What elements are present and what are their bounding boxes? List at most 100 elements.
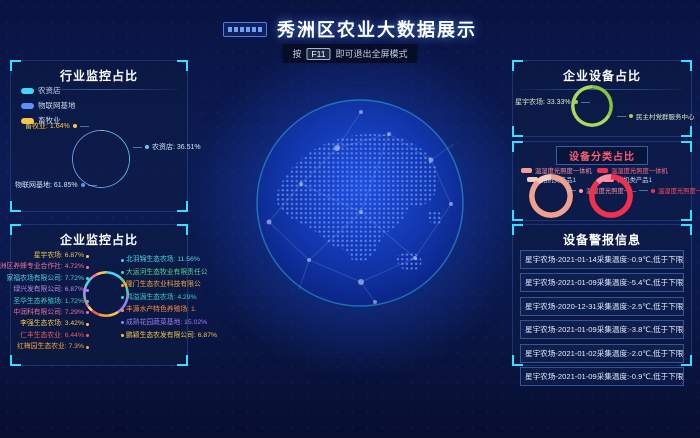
class-left-donut-chart[interactable] [529,174,573,218]
alarm-row: 星宇农场-2021-01-09采集温度:-3.8℃,低于下限:0℃ [520,320,684,339]
chart-callout: 温湿度光照度一— [639,186,700,195]
leader-dot [81,183,85,187]
alarm-list[interactable]: 星宇农场-2021-01-14采集温度:-0.9℃,低于下限:0℃ 星宇农场-2… [520,250,684,386]
panel-title: 设备警报信息 [513,225,691,248]
callout-text: 物联网基地: 61.85% [15,180,78,190]
leader-line [617,116,626,117]
legend-item[interactable]: 温湿度光照度一体机 [521,166,592,175]
legend-swatch [21,103,34,109]
chart-callout: 仁丰生态农业: 6.44% [20,332,89,340]
chart-callout: 绿兴发有限公司: 6.87% [13,286,89,294]
callout-text: 李强生态农场: 3.42% [20,320,84,328]
leader-dot [86,323,89,326]
corner-accent [512,126,523,137]
chart-callout: 成熟花园蔬菜基地: 15.02% [121,319,207,327]
leader-dot [86,300,89,303]
legend-label: 温湿度光照度一体机 [611,166,668,175]
callout-text: 家福农场有限公司: 7.72% [7,275,84,283]
fullscreen-hint: 按 F11 即可退出全屏模式 [282,44,417,63]
header: 秀洲区农业大数据展示 [0,16,700,42]
corner-accent [681,224,692,235]
alarm-row: 星宇农场-2021-01-14采集温度:-0.9℃,低于下限:0℃ [520,250,684,269]
chart-callout: 家福农场有限公司: 7.72% [7,275,89,283]
hint-suffix: 即可退出全屏模式 [336,47,408,60]
alarm-row: 星宇农场-2021-01-09采集温度:-5.4℃,低于下限:0℃ [520,273,684,292]
chart-callout: 物联网基地: 61.85% [15,180,97,190]
chart-callout: 丰源水产特色养殖场: 1. [121,306,197,314]
leader-dot [86,289,89,292]
leader-line [639,190,648,191]
leader-dot [121,296,124,299]
callout-text: 中润科有限公司: 7.29% [13,309,84,317]
callout-text: 仁丰生态农业: 6.44% [20,332,84,340]
legend-item[interactable]: 物联网基地 [21,100,76,111]
leader-dot [121,321,124,324]
chart-callout: 圣华生态养殖场: 1.72% [13,298,89,306]
callout-text: 民主村党群服务中心 [636,111,695,121]
industry-legend: 农资店 物联网基地 畜牧业 [21,85,76,126]
leader-dot [574,100,578,104]
f11-key: F11 [306,48,330,60]
legend-swatch [521,168,532,173]
brand-logo [223,22,267,37]
chart-callout: 李强生态农场: 3.42% [20,320,89,328]
chart-callout: 星宇农场: 33.33% [515,97,590,107]
leader-line [80,126,89,127]
leader-dot [121,259,124,262]
panel-title: 企业监控占比 [11,225,187,248]
leader-dot [121,284,124,287]
chart-callout: 星宇农场: 6.87% [34,252,89,260]
chart-callout: 农资店: 36.51% [133,142,201,152]
hint-prefix: 按 [292,47,301,60]
class-right-donut-chart[interactable] [589,174,633,218]
leader-dot [629,114,633,118]
chart-callout: 隆门生态农业科技有限公 [121,281,201,289]
legend-swatch [597,168,608,173]
callout-text: 畜牧业: 1.64% [25,121,70,131]
chart-callout: 中润科有限公司: 7.29% [13,309,89,317]
callout-text: 成熟花园蔬菜基地: 15.02% [126,319,207,327]
callout-text: 星宇农场: 33.33% [515,97,571,107]
chart-callout: 鹏颖生态农发有限公司: 6.87% [121,332,217,340]
panel-title: 企业设备占比 [513,61,691,84]
callout-text: 农资店: 36.51% [152,142,201,152]
dashboard: 秀洲区农业大数据展示 按 F11 即可退出全屏模式 行业监控占比 农资店 物联网… [0,0,700,438]
panel-device-classification: 设备分类占比 温湿度光照度一体机 相机类产品1 温湿度光照度一— 温湿度光照度一… [512,141,692,221]
callout-text: 鸿溢源生态农场: 4.29% [126,294,197,302]
callout-text: 温湿度光照度一— [658,186,700,195]
callout-text: 鹏颖生态农发有限公司: 6.87% [126,332,217,340]
chart-callout: 秀洲区养蜂专业合作社: 4.72% [0,263,89,271]
corner-accent [10,355,21,366]
legend-item[interactable]: 农资店 [21,85,76,96]
legend-label: 温湿度光照度一体机 [535,166,592,175]
chart-callout: 红梅园生态农业: 7.3% [17,343,89,351]
leader-dot [86,346,89,349]
leader-line [133,147,142,148]
callout-text: 绿兴发有限公司: 6.87% [13,286,84,294]
leader-dot [86,311,89,314]
leader-dot [121,309,124,312]
leader-dot [86,334,89,337]
chart-callout: 北羽锦生态农场: 11.56% [121,256,200,264]
corner-accent [681,141,692,152]
callout-text: 丰源水产特色养殖场: 1. [126,306,197,314]
chart-callout: 畜牧业: 1.64% [25,121,89,131]
corner-accent [10,201,21,212]
leader-dot [121,271,124,274]
chart-callout: 鸿溢源生态农场: 4.29% [121,294,197,302]
leader-dot [145,145,149,149]
panel-enterprise-device: 企业设备占比 星宇农场: 33.33% 民主村党群服务中心 [512,60,692,137]
panel-title: 行业监控占比 [11,61,187,84]
leader-dot [579,189,583,193]
leader-line [567,190,576,191]
alarm-row: 星宇农场-2020-12-31采集温度:-2.5℃,低于下限:0℃ [520,297,684,316]
panel-industry-monitor: 行业监控占比 农资店 物联网基地 畜牧业 畜牧业: 1.64% [10,60,188,212]
leader-dot [86,266,89,269]
globe [249,92,471,314]
chart-callout: 民主村党群服务中心 [617,111,695,121]
leader-line [581,102,590,103]
enterprise-left-callouts: 星宇农场: 6.87% 秀洲区养蜂专业合作社: 4.72% 家福农场有限公司: … [13,252,89,351]
corner-accent [512,210,523,221]
chart-callout: 大运河生态牧业有限责任公 [121,269,208,277]
alarm-row: 星宇农场-2021-01-09采集温度:-0.9℃,低于下限:0℃ [520,367,684,386]
